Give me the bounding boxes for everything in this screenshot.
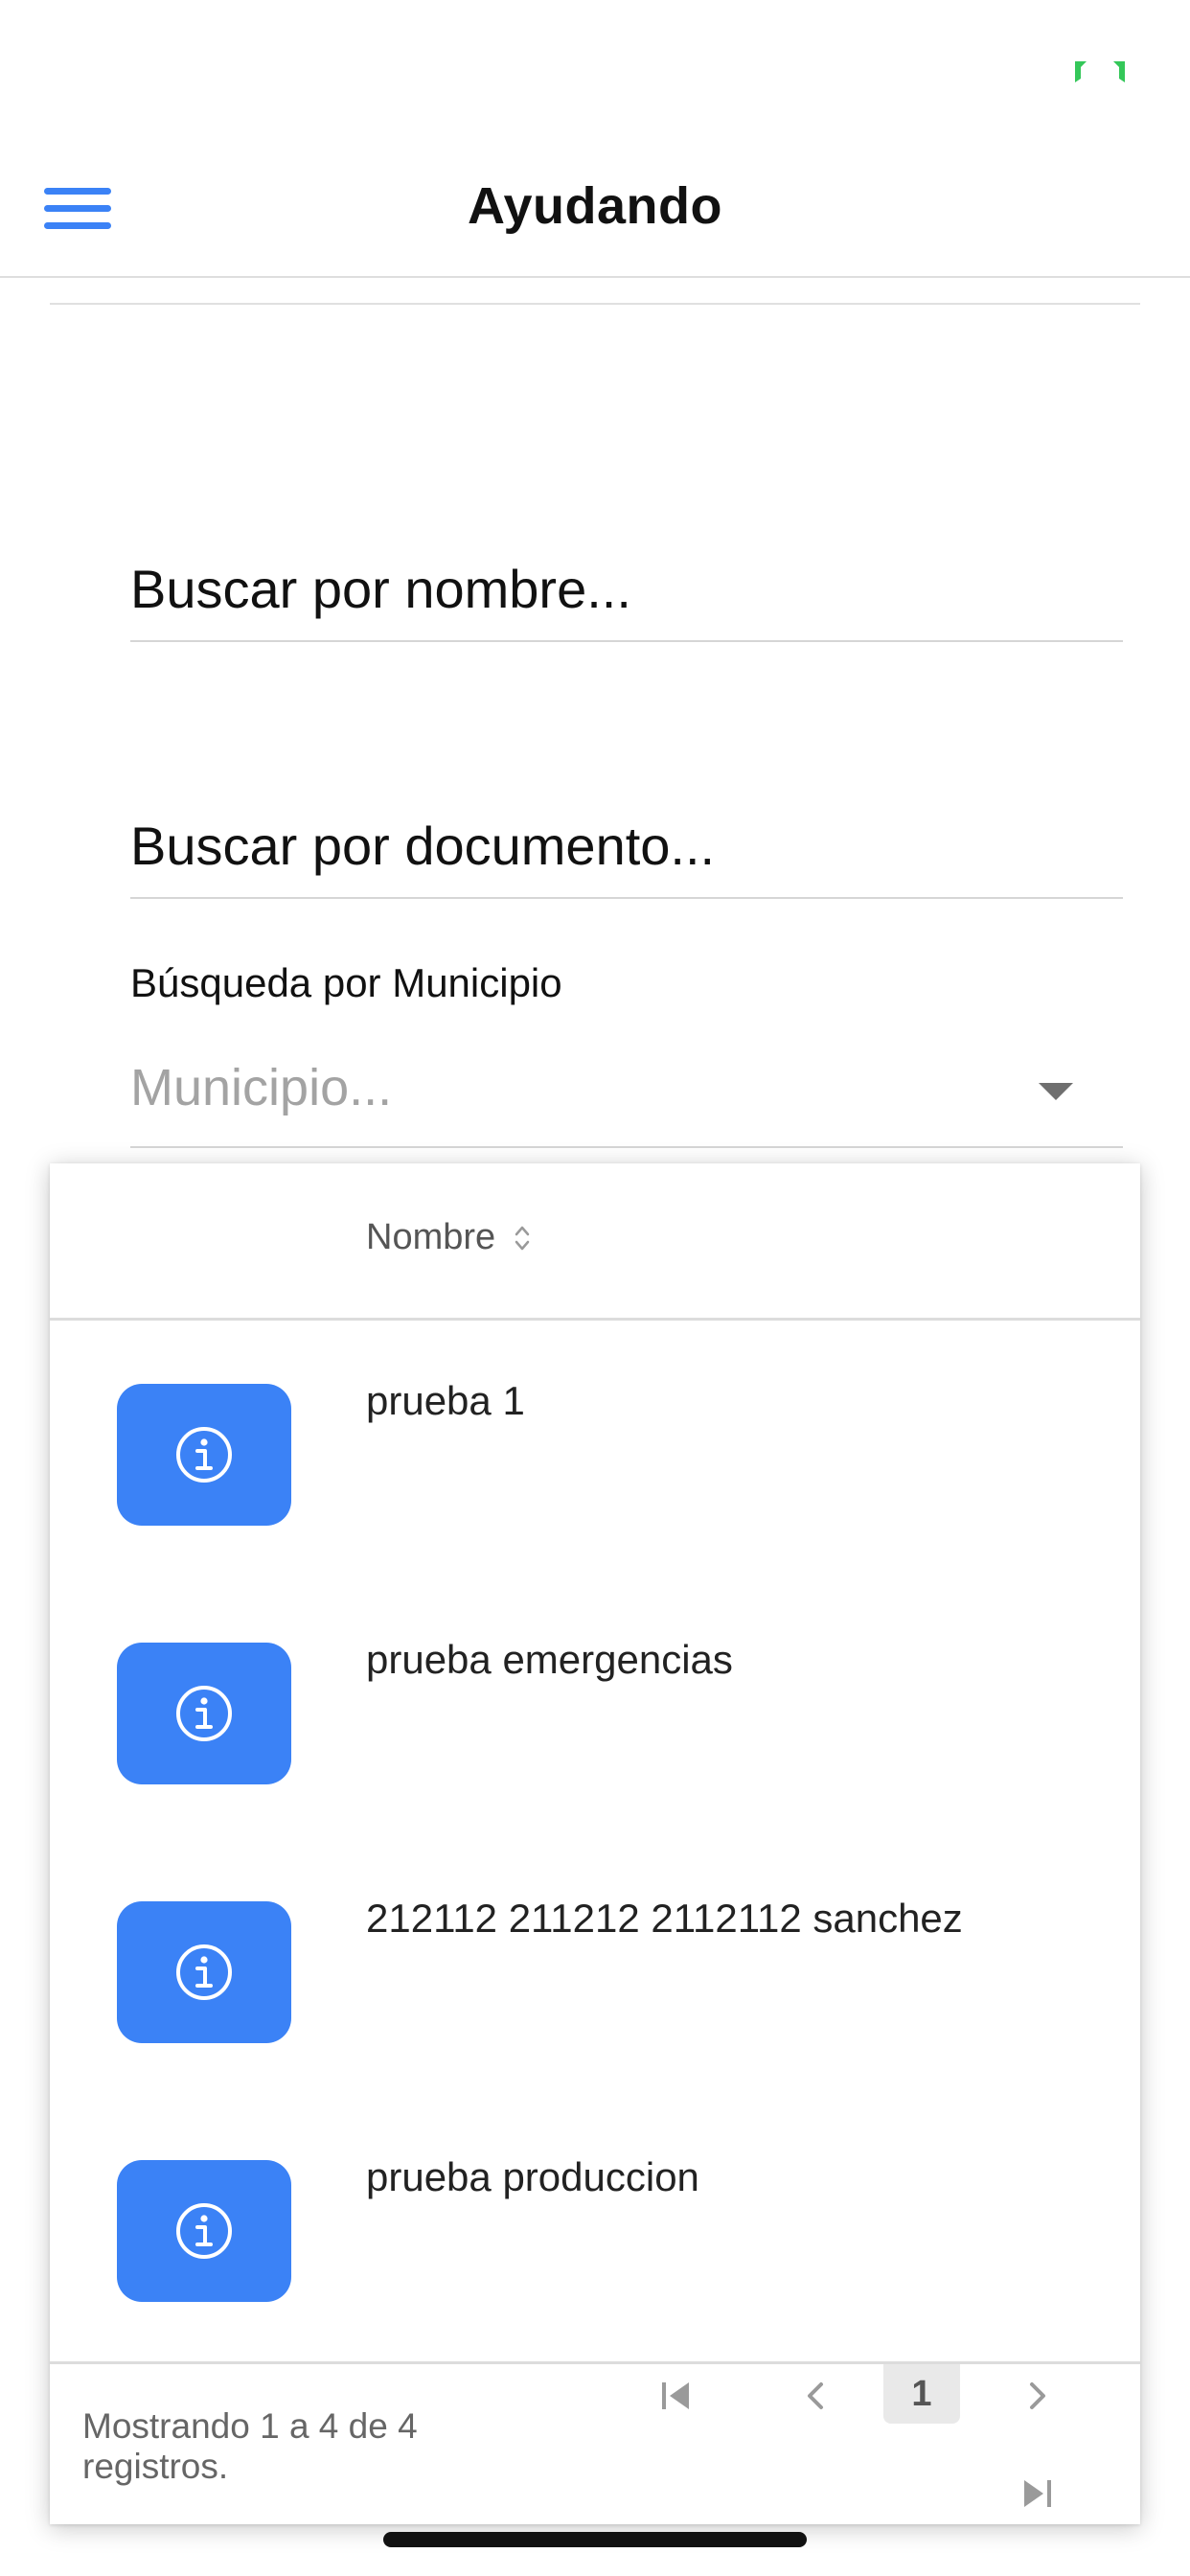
column-header-label: Nombre	[366, 1217, 496, 1257]
table-row: prueba emergencias	[50, 1579, 1140, 1838]
chevron-right-icon	[1030, 2382, 1045, 2409]
municipio-label: Búsqueda por Municipio	[130, 960, 562, 1005]
search-document-input[interactable]	[130, 794, 1123, 897]
home-indicator	[383, 2532, 807, 2547]
sort-updown-icon	[515, 1226, 530, 1250]
info-circle-icon	[176, 1944, 232, 2000]
page-1-button[interactable]: 1	[883, 2364, 960, 2424]
municipio-select[interactable]: Municipio...	[130, 1041, 1123, 1148]
records-info: Mostrando 1 a 4 de 4 registros.	[82, 2406, 418, 2486]
fullscreen-corners-icon	[1075, 61, 1125, 82]
table-footer: Mostrando 1 a 4 de 4 registros. 1	[50, 2361, 1140, 2524]
table-header: Nombre	[50, 1163, 1140, 1321]
info-button[interactable]	[117, 1643, 291, 1784]
first-page-icon	[662, 2382, 689, 2409]
search-document-field	[130, 794, 1123, 899]
row-name: prueba 1	[366, 1378, 525, 1423]
row-name: prueba produccion	[366, 2154, 699, 2199]
status-bar	[0, 0, 1190, 134]
page-title: Ayudando	[468, 177, 722, 235]
divider	[50, 303, 1140, 305]
last-page-icon	[1024, 2480, 1051, 2507]
results-table: Nombre prueba 1 prueba emergencias 21211…	[50, 1163, 1140, 2524]
row-name: 212112 211212 2112112 sanchez	[366, 1896, 963, 1941]
search-name-input[interactable]	[130, 537, 1123, 640]
caret-down-icon	[1039, 1083, 1073, 1100]
row-name: prueba emergencias	[366, 1637, 733, 1682]
table-row: prueba produccion	[50, 2097, 1140, 2356]
info-circle-icon	[176, 2203, 232, 2259]
column-header-nombre[interactable]: Nombre	[366, 1217, 532, 1258]
table-row: 212112 211212 2112112 sanchez	[50, 1838, 1140, 2097]
info-button[interactable]	[117, 1384, 291, 1526]
next-page-button[interactable]	[1000, 2364, 1075, 2427]
info-circle-icon	[176, 1427, 232, 1483]
search-name-field	[130, 537, 1123, 642]
municipio-placeholder: Municipio...	[130, 1059, 393, 1116]
first-page-button[interactable]	[638, 2364, 713, 2427]
info-circle-icon	[176, 1686, 232, 1741]
table-row: prueba 1	[50, 1321, 1140, 1579]
last-page-button[interactable]	[1000, 2462, 1075, 2525]
app-header: Ayudando	[0, 134, 1190, 278]
prev-page-button[interactable]	[778, 2364, 853, 2427]
info-button[interactable]	[117, 2160, 291, 2302]
chevron-left-icon	[808, 2382, 823, 2409]
info-button[interactable]	[117, 1901, 291, 2043]
